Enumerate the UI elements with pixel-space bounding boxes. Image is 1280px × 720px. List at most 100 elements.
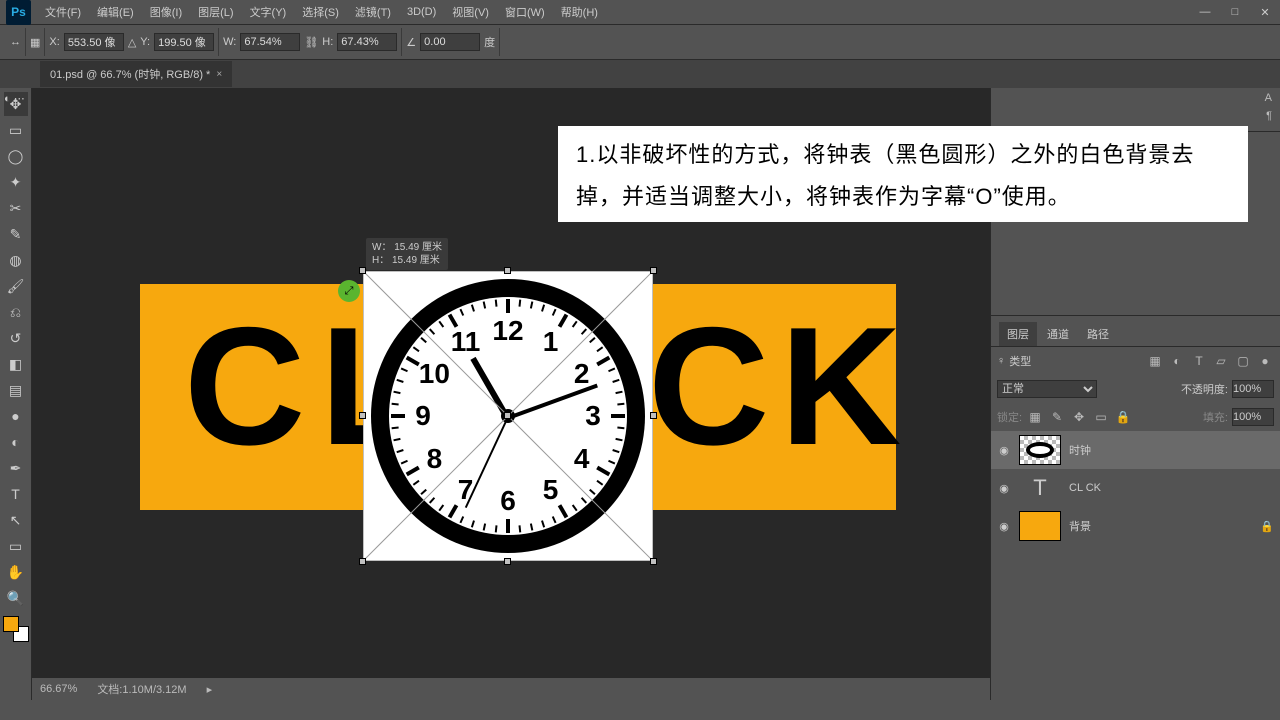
gradient-tool[interactable]: ▤ xyxy=(4,378,28,402)
dim-h: H： 15.49 厘米 xyxy=(372,254,442,267)
handle-r[interactable] xyxy=(650,412,657,419)
opacity-input[interactable] xyxy=(1232,380,1274,398)
menu-help[interactable]: 帮助(H) xyxy=(553,0,606,24)
layer-row-bg[interactable]: ◉ 背景 🔒 xyxy=(991,507,1280,545)
delta-icon[interactable]: △ xyxy=(128,36,136,49)
menu-image[interactable]: 图像(I) xyxy=(142,0,190,24)
history-brush-tool[interactable]: ↺ xyxy=(4,326,28,350)
workspace: ✥ ▭ ◯ ✦ ✂ ✎ ◍ 🖌 ⎌ ↺ ◧ ▤ ● ◐ ✒ T ↖ ▭ ✋ 🔍 … xyxy=(0,88,1280,700)
menu-file[interactable]: 文件(F) xyxy=(37,0,89,24)
filter-pixel-icon[interactable]: ▦ xyxy=(1146,352,1164,370)
menu-3d[interactable]: 3D(D) xyxy=(399,2,444,22)
visibility-icon[interactable]: ◉ xyxy=(997,482,1011,495)
tab-paths[interactable]: 路径 xyxy=(1079,322,1117,346)
tab-channels[interactable]: 通道 xyxy=(1039,322,1077,346)
lock-trans-icon[interactable]: ▦ xyxy=(1026,408,1044,426)
menu-window[interactable]: 窗口(W) xyxy=(497,0,553,24)
zoom-tool[interactable]: 🔍 xyxy=(4,586,28,610)
visibility-icon[interactable]: ◉ xyxy=(997,520,1011,533)
path-select-tool[interactable]: ↖ xyxy=(4,508,28,532)
kind-filter-icon[interactable]: ♀ xyxy=(997,355,1005,367)
layer-name[interactable]: CL CK xyxy=(1069,482,1101,494)
quick-mask-icon[interactable]: ◐ ⋯ xyxy=(4,92,28,105)
y-label: Y: xyxy=(140,36,150,48)
y-input[interactable] xyxy=(154,33,214,51)
fill-input[interactable] xyxy=(1232,408,1274,426)
filter-toggle-icon[interactable]: ● xyxy=(1256,352,1274,370)
menu-type[interactable]: 文字(Y) xyxy=(242,0,295,24)
handle-bl[interactable] xyxy=(359,558,366,565)
menu-layer[interactable]: 图层(L) xyxy=(190,0,241,24)
dodge-tool[interactable]: ◐ xyxy=(4,430,28,454)
blur-tool[interactable]: ● xyxy=(4,404,28,428)
lock-all-icon[interactable]: 🔒 xyxy=(1114,408,1132,426)
menu-view[interactable]: 视图(V) xyxy=(444,0,497,24)
zoom-value[interactable]: 66.67% xyxy=(40,683,77,695)
link-icon[interactable]: ⛓ xyxy=(304,36,318,49)
handle-tr[interactable] xyxy=(650,267,657,274)
layer-name[interactable]: 时钟 xyxy=(1069,442,1091,458)
handle-l[interactable] xyxy=(359,412,366,419)
filter-smart-icon[interactable]: ▢ xyxy=(1234,352,1252,370)
layer-row-clock[interactable]: ◉ 时钟 xyxy=(991,431,1280,469)
menubar: Ps 文件(F) 编辑(E) 图像(I) 图层(L) 文字(Y) 选择(S) 滤… xyxy=(0,0,1280,25)
min-button[interactable]: — xyxy=(1190,2,1220,22)
marquee-tool[interactable]: ▭ xyxy=(4,118,28,142)
handle-t[interactable] xyxy=(504,267,511,274)
x-input[interactable] xyxy=(64,33,124,51)
wand-tool[interactable]: ✦ xyxy=(4,170,28,194)
close-button[interactable]: ✕ xyxy=(1250,2,1280,22)
handle-b[interactable] xyxy=(504,558,511,565)
color-swatches[interactable] xyxy=(3,616,29,642)
handle-tl[interactable] xyxy=(359,267,366,274)
crop-tool[interactable]: ✂ xyxy=(4,196,28,220)
h-label: H: xyxy=(322,36,333,48)
handle-br[interactable] xyxy=(650,558,657,565)
filter-adjust-icon[interactable]: ◐ xyxy=(1168,352,1186,370)
lock-icon: 🔒 xyxy=(1260,520,1274,533)
x-label: X: xyxy=(49,36,59,48)
rotate-unit: 度 xyxy=(484,34,495,50)
shape-tool[interactable]: ▭ xyxy=(4,534,28,558)
lock-nest-icon[interactable]: ▭ xyxy=(1092,408,1110,426)
lock-paint-icon[interactable]: ✎ xyxy=(1048,408,1066,426)
instruction-overlay: 1.以非破坏性的方式，将钟表（黑色圆形）之外的白色背景去掉，并适当调整大小，将钟… xyxy=(558,126,1248,222)
filter-type-icon[interactable]: T xyxy=(1190,352,1208,370)
rotate-input[interactable] xyxy=(420,33,480,51)
type-tool[interactable]: T xyxy=(4,482,28,506)
visibility-icon[interactable]: ◉ xyxy=(997,444,1011,457)
menu-filter[interactable]: 滤镜(T) xyxy=(347,0,399,24)
document-tab[interactable]: 01.psd @ 66.7% (时钟, RGB/8) * × xyxy=(40,61,232,87)
menu-edit[interactable]: 编辑(E) xyxy=(89,0,142,24)
h-input[interactable] xyxy=(337,33,397,51)
lasso-tool[interactable]: ◯ xyxy=(4,144,28,168)
menu-select[interactable]: 选择(S) xyxy=(294,0,347,24)
filter-shape-icon[interactable]: ▱ xyxy=(1212,352,1230,370)
handle-center[interactable] xyxy=(504,412,511,419)
reference-point-icon[interactable]: ▦ xyxy=(30,36,40,49)
fg-color-icon[interactable] xyxy=(3,616,19,632)
layer-name[interactable]: 背景 xyxy=(1069,518,1091,534)
character-icon[interactable]: A xyxy=(1265,92,1272,104)
document-tab-bar: 01.psd @ 66.7% (时钟, RGB/8) * × xyxy=(0,60,1280,88)
options-bar: ↔ ▦ X: △ Y: W: ⛓ H: ∠ 度 xyxy=(0,25,1280,60)
layer-row-text[interactable]: ◉ T CL CK xyxy=(991,469,1280,507)
eraser-tool[interactable]: ◧ xyxy=(4,352,28,376)
transform-bounding-box[interactable] xyxy=(363,271,653,561)
paragraph-icon[interactable]: ¶ xyxy=(1266,110,1272,122)
max-button[interactable]: □ xyxy=(1220,2,1250,22)
tab-close-icon[interactable]: × xyxy=(216,69,222,80)
status-arrow-icon[interactable]: ▸ xyxy=(207,683,213,696)
stamp-tool[interactable]: ⎌ xyxy=(4,300,28,324)
hand-tool[interactable]: ✋ xyxy=(4,560,28,584)
ps-logo: Ps xyxy=(6,0,31,25)
eyedropper-tool[interactable]: ✎ xyxy=(4,222,28,246)
tab-layers[interactable]: 图层 xyxy=(999,322,1037,346)
layer-thumb xyxy=(1019,435,1061,465)
pen-tool[interactable]: ✒ xyxy=(4,456,28,480)
w-input[interactable] xyxy=(240,33,300,51)
heal-tool[interactable]: ◍ xyxy=(4,248,28,272)
blend-mode-select[interactable]: 正常 xyxy=(997,380,1097,398)
brush-tool[interactable]: 🖌 xyxy=(4,274,28,298)
lock-pos-icon[interactable]: ✥ xyxy=(1070,408,1088,426)
